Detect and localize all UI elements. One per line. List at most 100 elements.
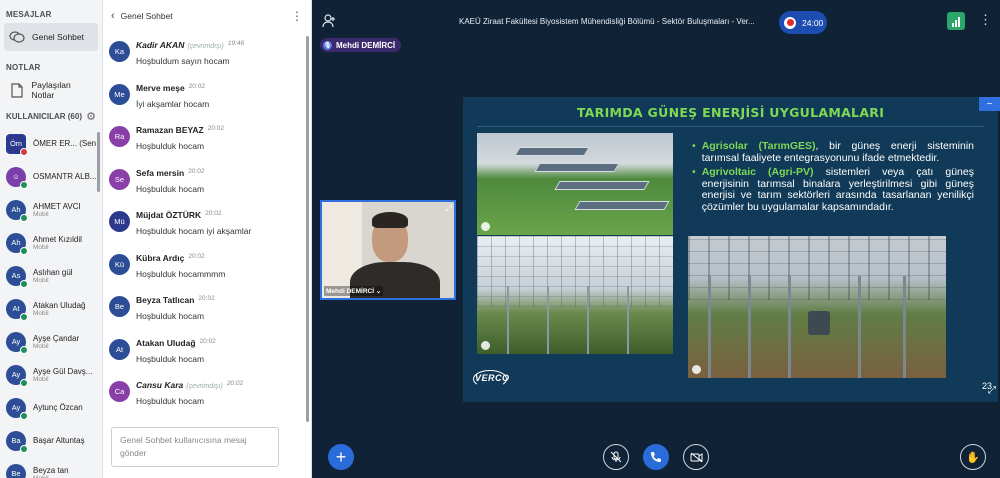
user-device: Mobil: [33, 243, 49, 251]
user-name: Beyza tan: [33, 465, 69, 475]
status-dot-icon: [20, 411, 28, 420]
user-list-item[interactable]: ☺ OSMANTR ALB...: [0, 160, 102, 193]
avatar: Ay: [6, 364, 28, 387]
bullet-highlight: Agrisolar (TarımGES): [701, 140, 816, 152]
image-badge-icon: [692, 365, 701, 374]
message-time: 20:02: [188, 252, 205, 260]
user-list-item[interactable]: Öm ÖMER ER... (Sen): [0, 127, 102, 160]
gear-icon[interactable]: ⚙: [86, 110, 96, 123]
sidebar-scrollbar[interactable]: [97, 132, 100, 192]
slide-bullet: • Agrisolar (TarımGES), bir güneş enerji…: [692, 140, 974, 164]
microphone-icon: 🎙: [323, 40, 332, 50]
presenter-video-tile[interactable]: ⤢ Mehdi DEMİRCİ ⌄: [320, 200, 456, 300]
status-dot-icon: [20, 378, 28, 387]
slide-bullets: • Agrisolar (TarımGES), bir güneş enerji…: [692, 140, 974, 216]
sidebar-item-shared-notes[interactable]: Paylaşılan Notlar: [0, 76, 102, 104]
chat-message: Me Merve meşe 20:02 İyi akşamlar hocam: [103, 77, 307, 120]
raise-hand-button[interactable]: ✋: [960, 444, 986, 470]
users-count-label: KULLANICILAR (60): [6, 112, 82, 121]
message-text: Hoşbulduk hocam: [136, 353, 205, 364]
message-text: Hoşbuldum sayın hocam: [136, 56, 230, 66]
avatar: At: [6, 298, 28, 321]
message-text: Hoşbulduk hocam iyi akşamlar: [136, 226, 252, 236]
status-dot-icon: [20, 279, 28, 288]
status-dot-icon: [20, 444, 28, 453]
microphone-off-icon: [610, 451, 622, 463]
avatar: Me: [109, 83, 130, 105]
more-vertical-icon[interactable]: ⋮: [291, 9, 303, 23]
offline-status: (çevrimdışı): [186, 383, 223, 390]
message-text: Hoşbulduk hocam: [136, 311, 205, 321]
user-list-item[interactable]: Ay Ayşe Çandar Mobil: [0, 325, 102, 358]
message-list: Ka Kadir AKAN (çevrimdışı) 19:46 Hoşbuldum s…: [103, 34, 307, 418]
sidebar: MESAJLAR Genel Sohbet NOTLAR Paylaşılan …: [0, 0, 103, 478]
mute-microphone-button[interactable]: [603, 444, 629, 470]
user-device: Mobil: [33, 474, 49, 478]
message-time: 20:02: [207, 125, 224, 132]
user-list-item[interactable]: Ba Başar Altuntaş: [0, 424, 102, 457]
slide-divider: [477, 126, 984, 127]
meeting-area: KAEÜ Ziraat Fakültesi Biyosistem Mühendi…: [312, 0, 1000, 478]
user-info: ÖMER ER... (Sen): [33, 139, 96, 148]
message-time: 20:02: [199, 337, 216, 345]
user-device: Mobil: [33, 210, 49, 218]
sidebar-item-label: Paylaşılan Notlar: [31, 80, 71, 100]
verco-logo: VERCO: [473, 370, 510, 388]
notes-header: NOTLAR: [6, 63, 41, 72]
sidebar-item-general-chat[interactable]: Genel Sohbet: [4, 23, 98, 51]
chat-message-input[interactable]: Genel Sohbet kullanıcısına mesaj gönder: [111, 427, 279, 467]
agrivoltaic-tractor-image: [688, 236, 946, 378]
connection-signal-icon[interactable]: [947, 12, 965, 30]
chevron-left-icon[interactable]: ‹: [111, 10, 115, 22]
user-device: Mobil: [33, 309, 49, 317]
presentation-slide: TARIMDA GÜNEŞ ENERJİSİ UYGULAMALARI • Ag…: [463, 97, 998, 402]
user-list-item[interactable]: Be Beyza tan Mobil: [0, 457, 102, 478]
message-author: Sefa mersin 20:02: [136, 167, 205, 178]
chat-message: Ca Cansu Kara (çevrimdışı) 20:02 Hoşbulduk h…: [103, 374, 307, 417]
user-info: OSMANTR ALB...: [33, 172, 96, 181]
document-icon: [8, 81, 26, 99]
user-device: Mobil: [33, 375, 49, 383]
user-list-item[interactable]: As Aslıhan gül Mobil: [0, 259, 102, 292]
chat-scrollbar[interactable]: [306, 36, 309, 422]
avatar: Ra: [109, 126, 130, 147]
chat-panel: ‹ Genel Sohbet ⋮ Ka Kadir AKAN (çevrimdışı…: [103, 0, 409, 478]
message-author: Kübra Ardıç 20:02: [136, 252, 205, 263]
presenter-badge: 🎙 Mehdi DEMİRCİ: [320, 38, 402, 52]
offline-status: (çevrimdışı): [187, 43, 224, 50]
more-vertical-icon[interactable]: ⋮: [979, 12, 992, 28]
user-list-item[interactable]: At Atakan Uludağ Mobil: [0, 292, 102, 325]
user-list-item[interactable]: Ay Aytunç Özcan: [0, 391, 102, 424]
fullscreen-icon[interactable]: ⤢: [988, 385, 996, 396]
user-info: Beyza tan Mobil: [33, 466, 69, 478]
message-time: 20:02: [198, 295, 215, 302]
user-name: OSMANTR ALB...: [33, 172, 96, 181]
messages-header: MESAJLAR: [6, 10, 52, 19]
user-info: Ayşe Çandar Mobil: [33, 334, 79, 350]
user-list-item[interactable]: Ah Ahmet Kızıldil Mobil: [0, 226, 102, 259]
add-user-icon[interactable]: [322, 14, 338, 30]
user-device: Mobil: [33, 342, 49, 350]
actions-add-button[interactable]: +: [328, 444, 354, 470]
avatar: Ka: [109, 41, 130, 62]
user-list: Öm ÖMER ER... (Sen) ☺ OSMANTR ALB... Ah AHMET…: [0, 127, 102, 478]
chat-header: ‹ Genel Sohbet ⋮: [103, 0, 311, 32]
audio-call-button[interactable]: [643, 444, 669, 470]
phone-icon: [651, 452, 661, 462]
expand-icon[interactable]: ⤢: [446, 204, 452, 214]
recording-timer[interactable]: 24:00: [779, 11, 827, 34]
user-name: Başar Altuntaş: [33, 436, 85, 445]
chat-message: Mü Müjdat ÖZTÜRK 20:02 Hoşbulduk hocam iyi …: [103, 204, 307, 247]
user-list-item[interactable]: Ay Ayşe Gül Davş... Mobil: [0, 358, 102, 391]
chat-message: Ra Ramazan BEYAZ 20:02 Hoşbulduk hocam: [103, 119, 307, 162]
user-device: Mobil: [33, 276, 49, 284]
user-list-item[interactable]: Ah AHMET AVCI Mobil: [0, 193, 102, 226]
message-author: Merve meşe 20:02: [136, 82, 205, 93]
minimize-presentation-button[interactable]: −: [979, 97, 1000, 111]
camera-toggle-button[interactable]: [683, 444, 709, 470]
record-icon: [784, 16, 796, 29]
user-info: Ayşe Gül Davş... Mobil: [33, 367, 92, 383]
avatar: Be: [109, 296, 130, 317]
avatar: At: [109, 338, 130, 360]
avatar: ☺: [6, 166, 28, 189]
